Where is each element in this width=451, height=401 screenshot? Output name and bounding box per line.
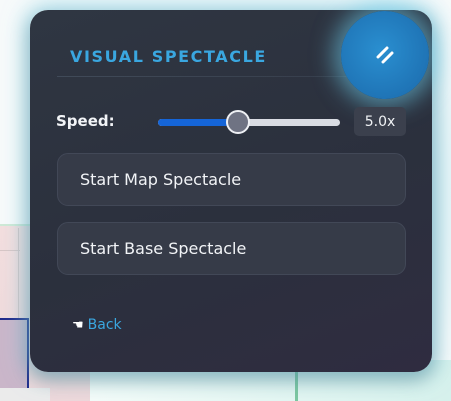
speed-slider[interactable]	[158, 110, 340, 134]
pointing-hand-icon: ☚	[72, 317, 84, 333]
back-link[interactable]: ☚ Back	[72, 317, 122, 333]
double-slash-icon	[376, 46, 394, 64]
visual-spectacle-panel: VISUAL SPECTACLE Speed: 5.0x Start Map S…	[30, 10, 432, 372]
background-divider	[0, 250, 20, 251]
speed-label: Speed:	[56, 112, 115, 130]
panel-title: VISUAL SPECTACLE	[70, 47, 267, 66]
background-strip	[0, 388, 50, 401]
background-selected-element	[0, 318, 29, 392]
background-divider-vertical	[18, 228, 19, 318]
collapse-button[interactable]	[341, 11, 429, 99]
start-base-spectacle-label: Start Base Spectacle	[80, 239, 247, 258]
start-base-spectacle-button[interactable]: Start Base Spectacle	[57, 222, 406, 275]
speed-value: 5.0x	[354, 107, 406, 136]
slider-thumb[interactable]	[226, 110, 250, 134]
start-map-spectacle-button[interactable]: Start Map Spectacle	[57, 153, 406, 206]
back-label: Back	[87, 317, 122, 333]
title-divider	[57, 76, 377, 77]
start-map-spectacle-label: Start Map Spectacle	[80, 170, 242, 189]
background-line	[295, 368, 298, 401]
